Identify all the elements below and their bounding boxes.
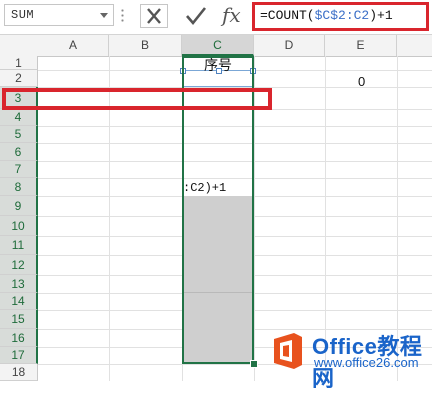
office-logo-icon — [274, 333, 302, 369]
row-header[interactable]: 8 — [0, 178, 38, 196]
enter-button[interactable] — [182, 4, 210, 28]
close-icon — [147, 8, 161, 24]
grip-icon[interactable] — [121, 8, 124, 23]
row-header[interactable]: 4 — [0, 109, 38, 126]
column-header-f[interactable] — [397, 35, 432, 56]
formula-bar: SUM fx =COUNT($C$2:C2)+1 — [0, 0, 432, 35]
row-header[interactable]: 17 — [0, 347, 38, 364]
row-header[interactable]: 10 — [0, 216, 38, 236]
watermark: Office教程网 www.office26.com — [268, 331, 432, 391]
row-header[interactable]: 16 — [0, 329, 38, 347]
row-header[interactable]: 6 — [0, 143, 38, 161]
formula-text: =COUNT($C$2:C2)+1 — [260, 8, 393, 23]
row-header[interactable]: 13 — [0, 275, 38, 293]
row-header[interactable]: 11 — [0, 236, 38, 255]
formula-suffix: )+1 — [369, 8, 393, 23]
cell-e2[interactable]: 0 — [358, 74, 365, 89]
row-header[interactable]: 7 — [0, 161, 38, 178]
row-header[interactable]: 1 — [0, 56, 38, 70]
column-header-b[interactable]: B — [109, 35, 182, 56]
row-header[interactable]: 15 — [0, 310, 38, 329]
row-header[interactable]: 5 — [0, 126, 38, 143]
column-header-d[interactable]: D — [254, 35, 325, 56]
column-header-e[interactable]: E — [325, 35, 397, 56]
row-header[interactable]: 12 — [0, 255, 38, 275]
formula-reference: $C$2:C2 — [314, 8, 370, 23]
insert-function-button[interactable]: fx — [218, 3, 246, 28]
formula-prefix: =COUNT( — [260, 8, 315, 23]
row-header[interactable]: 18 — [0, 364, 38, 381]
fx-icon: fx — [222, 3, 241, 27]
row-3-highlight-box — [2, 88, 272, 110]
checkmark-icon — [186, 7, 207, 26]
name-box[interactable]: SUM — [4, 4, 114, 26]
cancel-button[interactable] — [140, 4, 168, 28]
column-headers: A B C D E — [0, 35, 432, 57]
row-header[interactable]: 9 — [0, 196, 38, 216]
row-header[interactable]: 2 — [0, 70, 38, 87]
row-header[interactable]: 14 — [0, 293, 38, 310]
column-header-c[interactable]: C — [182, 35, 254, 56]
name-box-value: SUM — [11, 8, 35, 22]
formula-input[interactable]: =COUNT($C$2:C2)+1 — [252, 2, 429, 31]
chevron-down-icon[interactable] — [100, 13, 108, 18]
fill-handle[interactable] — [250, 360, 258, 368]
watermark-url: www.office26.com — [314, 355, 419, 370]
column-header-a[interactable]: A — [38, 35, 109, 56]
